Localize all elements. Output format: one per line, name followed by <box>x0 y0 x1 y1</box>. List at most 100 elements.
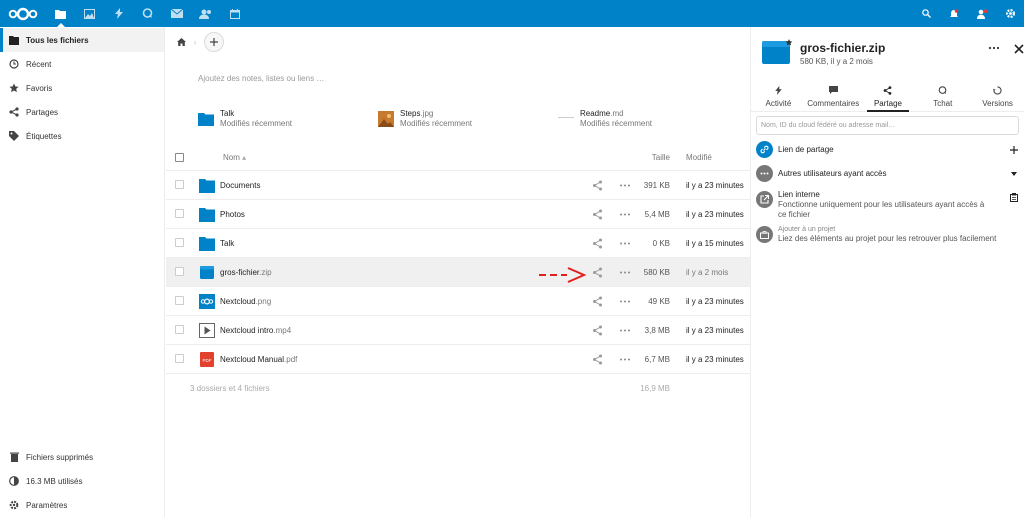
column-modified-header[interactable]: Modifié <box>686 153 712 162</box>
sidebar-item-label: 16.3 MB utilisés <box>26 476 83 486</box>
file-size: 3,8 MB <box>644 326 670 335</box>
new-file-button[interactable] <box>204 32 224 52</box>
file-size: 580 KB <box>643 268 670 277</box>
internal-link-row[interactable]: Lien interne Fonctionne uniquement pour … <box>756 189 1019 221</box>
file-name[interactable]: Photos <box>220 200 245 229</box>
more-options-icon[interactable] <box>619 354 631 365</box>
sidebar-item-settings[interactable]: Paramètres <box>0 493 164 517</box>
file-modified: il y a 23 minutes <box>686 210 744 219</box>
sidebar-item-recent[interactable]: Récent <box>0 52 164 76</box>
contacts-app-icon[interactable] <box>191 0 220 27</box>
row-checkbox[interactable] <box>175 296 184 305</box>
add-to-project-description: Liez des éléments au projet pour les ret… <box>778 234 997 243</box>
files-app-icon[interactable] <box>46 0 75 27</box>
add-to-project-row[interactable]: Ajouter à un projet Liez des éléments au… <box>756 224 1019 246</box>
folder-icon <box>199 179 215 193</box>
table-row-selected[interactable]: gros-fichier.zip 580 KB il y a 2 mois <box>166 258 750 287</box>
home-icon[interactable] <box>172 33 190 51</box>
column-size-header[interactable]: Taille <box>652 153 670 162</box>
column-name-header[interactable]: Nom ▴ <box>223 153 246 162</box>
rich-workspace-placeholder[interactable]: Ajoutez des notes, listes ou liens … <box>198 74 324 83</box>
share-icon[interactable] <box>592 238 603 249</box>
share-search-input[interactable]: Nom, ID du cloud fédéré ou adresse mail… <box>756 116 1019 135</box>
photos-app-icon[interactable] <box>75 0 104 27</box>
row-checkbox[interactable] <box>175 180 184 189</box>
calendar-app-icon[interactable] <box>220 0 249 27</box>
row-checkbox[interactable] <box>175 238 184 247</box>
folder-icon <box>8 34 20 46</box>
file-name[interactable]: Nextcloud intro.mp4 <box>220 316 291 345</box>
share-icon[interactable] <box>592 354 603 365</box>
tab-activity[interactable]: Activité <box>751 82 806 111</box>
more-options-icon[interactable] <box>619 238 631 249</box>
search-icon[interactable] <box>912 0 940 27</box>
more-options-icon <box>756 165 773 182</box>
share-icon[interactable] <box>592 209 603 220</box>
chevron-down-icon[interactable] <box>1009 169 1019 179</box>
share-icon[interactable] <box>592 296 603 307</box>
more-options-icon[interactable] <box>619 180 631 191</box>
more-options-icon[interactable] <box>987 43 1001 53</box>
table-row[interactable]: Nextcloud intro.mp4 3,8 MB il y a 23 min… <box>166 316 750 345</box>
recent-files: Talk Modifiés récemment Steps.jpg Modifi… <box>198 107 738 131</box>
nextcloud-logo[interactable] <box>0 0 46 27</box>
recent-item-sub: Modifiés récemment <box>220 119 293 128</box>
settings-gear-icon[interactable] <box>996 0 1024 27</box>
file-name[interactable]: Nextcloud.png <box>220 287 271 316</box>
add-share-link-icon[interactable] <box>1009 145 1019 155</box>
notifications-icon[interactable] <box>940 0 968 27</box>
recent-item[interactable]: Readme.md Modifiés récemment <box>558 107 652 131</box>
file-modified: il y a 23 minutes <box>686 355 744 364</box>
copy-clipboard-icon[interactable] <box>1009 192 1019 202</box>
select-all-checkbox[interactable] <box>175 152 184 162</box>
activity-app-icon[interactable] <box>104 0 133 27</box>
file-name[interactable]: Nextcloud Manual.pdf <box>220 345 297 374</box>
talk-app-icon[interactable] <box>133 0 162 27</box>
sidebar-item-favorites[interactable]: Favoris <box>0 76 164 100</box>
file-size: 0 KB <box>652 239 670 248</box>
tab-sharing[interactable]: Partage <box>861 82 916 112</box>
sidebar-item-tags[interactable]: Étiquettes <box>0 124 164 148</box>
other-users-row[interactable]: Autres utilisateurs ayant accès <box>756 165 1019 183</box>
share-icon[interactable] <box>592 180 603 191</box>
table-row[interactable]: Documents 391 KB il y a 23 minutes <box>166 171 750 200</box>
svg-text:PDF: PDF <box>203 358 212 363</box>
table-row[interactable]: PDF Nextcloud Manual.pdf 6,7 MB il y a 2… <box>166 345 750 374</box>
tab-chat[interactable]: Tchat <box>915 82 970 111</box>
share-icon <box>884 86 892 95</box>
recent-item-name: Talk <box>220 109 235 118</box>
more-options-icon[interactable] <box>619 267 631 278</box>
table-row[interactable]: Nextcloud.png 49 KB il y a 23 minutes <box>166 287 750 316</box>
tab-versions[interactable]: Versions <box>970 82 1024 111</box>
more-options-icon[interactable] <box>619 296 631 307</box>
mail-app-icon[interactable] <box>162 0 191 27</box>
tab-comments[interactable]: Commentaires <box>806 82 861 111</box>
more-options-icon[interactable] <box>619 325 631 336</box>
annotation-arrow-icon <box>539 267 587 283</box>
recent-item[interactable]: Talk Modifiés récemment <box>198 107 292 131</box>
more-options-icon[interactable] <box>619 209 631 220</box>
file-name[interactable]: gros-fichier.zip <box>220 258 272 287</box>
row-checkbox[interactable] <box>175 267 184 276</box>
star-icon <box>8 82 20 94</box>
sidebar-item-deleted-files[interactable]: Fichiers supprimés <box>0 445 164 469</box>
share-icon[interactable] <box>592 325 603 336</box>
recent-item[interactable]: Steps.jpg Modifiés récemment <box>378 107 472 131</box>
share-icon <box>8 106 20 118</box>
close-icon[interactable] <box>1013 43 1024 55</box>
row-checkbox[interactable] <box>175 325 184 334</box>
details-sidebar: gros-fichier.zip 580 KB, il y a 2 mois A… <box>750 27 1024 517</box>
sidebar-item-shares[interactable]: Partages <box>0 100 164 124</box>
file-size: 5,4 MB <box>644 210 670 219</box>
file-name[interactable]: Documents <box>220 171 260 200</box>
sidebar-item-all-files[interactable]: Tous les fichiers <box>0 28 164 52</box>
row-checkbox[interactable] <box>175 209 184 218</box>
row-checkbox[interactable] <box>175 354 184 363</box>
table-row[interactable]: Talk 0 KB il y a 15 minutes <box>166 229 750 258</box>
contacts-menu-icon[interactable] <box>968 0 996 27</box>
share-icon[interactable] <box>592 267 603 278</box>
file-name[interactable]: Talk <box>220 229 234 258</box>
share-link-row[interactable]: Lien de partage <box>756 141 1019 159</box>
folder-icon <box>199 208 215 222</box>
table-row[interactable]: Photos 5,4 MB il y a 23 minutes <box>166 200 750 229</box>
